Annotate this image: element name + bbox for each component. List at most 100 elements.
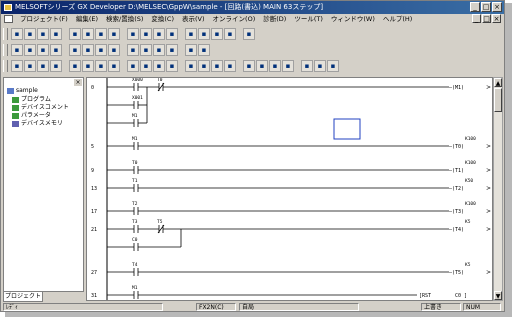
scroll-thumb[interactable] — [494, 88, 502, 112]
saf8-icon[interactable]: ▪ — [256, 60, 268, 72]
paste-icon[interactable]: ▪ — [95, 28, 107, 40]
menu-item[interactable]: 表示(V) — [178, 14, 209, 25]
tree-root[interactable]: sample — [7, 87, 38, 95]
rising-icon[interactable]: ▪ — [140, 44, 152, 56]
maximize-button[interactable]: □ — [481, 2, 491, 12]
vline-icon[interactable]: ▪ — [108, 44, 120, 56]
minimize-button[interactable]: _ — [470, 2, 480, 12]
delete-line-icon[interactable]: ▪ — [127, 44, 139, 56]
sf5-icon[interactable]: ▪ — [24, 60, 36, 72]
save-icon[interactable]: ▪ — [37, 28, 49, 40]
menu-item[interactable]: 診断(D) — [259, 14, 290, 25]
step-number: 31 — [91, 293, 97, 299]
panel-close-icon[interactable]: × — [74, 79, 82, 86]
folder-icon — [12, 96, 19, 103]
new-icon[interactable]: ▪ — [11, 28, 23, 40]
f9-icon[interactable]: ▪ — [95, 60, 107, 72]
menu-item[interactable]: 検索/置換(S) — [102, 14, 147, 25]
hline-icon[interactable]: ▪ — [95, 44, 107, 56]
f6-icon[interactable]: ▪ — [37, 60, 49, 72]
convert-icon[interactable]: ▪ — [166, 44, 178, 56]
window-title: MELSOFTシリーズ GX Developer D:\MELSEC\GppW\… — [15, 3, 324, 11]
f8-icon[interactable]: ▪ — [82, 60, 94, 72]
read-icon[interactable]: ▪ — [211, 28, 223, 40]
tree-root-label: sample — [16, 87, 38, 94]
grid-icon[interactable]: ▪ — [185, 44, 197, 56]
menu-item[interactable]: ヘルプ(H) — [379, 14, 416, 25]
menu-item[interactable]: 変換(C) — [147, 14, 178, 25]
menu-item[interactable]: ツール(T) — [290, 14, 327, 25]
toolbar-grip[interactable] — [3, 28, 8, 40]
f10-icon[interactable]: ▪ — [301, 60, 313, 72]
af9-icon[interactable]: ▪ — [314, 60, 326, 72]
coil-icon[interactable]: ▪ — [69, 44, 81, 56]
falling-icon[interactable]: ▪ — [153, 44, 165, 56]
mdi-minimize-button[interactable]: _ — [472, 14, 481, 23]
print-icon[interactable]: ▪ — [50, 28, 62, 40]
compare-icon[interactable]: ▪ — [224, 28, 236, 40]
project-panel: × sample プログラム デバイスコメント パラメータ デバイスメモリ — [3, 77, 84, 292]
app-icon[interactable] — [4, 4, 12, 11]
contact-nc-icon[interactable]: ▪ — [24, 44, 36, 56]
contact-no-icon[interactable]: ▪ — [11, 44, 23, 56]
folder-icon — [12, 104, 19, 111]
sf7-icon[interactable]: ▪ — [153, 60, 165, 72]
list-icon[interactable]: ▪ — [166, 28, 178, 40]
cf9-icon[interactable]: ▪ — [127, 60, 139, 72]
tree-item-label: デバイスメモリ — [21, 120, 63, 127]
verify-icon[interactable]: ▪ — [243, 28, 255, 40]
scroll-up-icon[interactable]: ▲ — [494, 78, 502, 87]
ladder-icon[interactable]: ▪ — [153, 28, 165, 40]
sf8-icon[interactable]: ▪ — [166, 60, 178, 72]
caf10-icon[interactable]: ▪ — [282, 60, 294, 72]
cf10-icon[interactable]: ▪ — [140, 60, 152, 72]
tab-project[interactable]: プロジェクト — [3, 292, 43, 302]
mdi-restore-button[interactable]: □ — [482, 14, 491, 23]
scroll-down-icon[interactable]: ▼ — [494, 291, 502, 300]
open-icon[interactable]: ▪ — [24, 28, 36, 40]
vertical-scrollbar[interactable]: ▲ ▼ — [493, 77, 503, 301]
toolbar-grip[interactable] — [3, 44, 8, 56]
cut-icon[interactable]: ▪ — [69, 28, 81, 40]
af5-icon[interactable]: ▪ — [269, 60, 281, 72]
write-icon[interactable]: ▪ — [198, 28, 210, 40]
menu-item[interactable]: オンライン(O) — [209, 14, 260, 25]
folder-icon — [12, 112, 19, 119]
menu-item[interactable]: ウィンドウ(W) — [327, 14, 379, 25]
saf7-icon[interactable]: ▪ — [243, 60, 255, 72]
menu-item[interactable]: 編集(E) — [72, 14, 102, 25]
tree-item-memory[interactable]: デバイスメモリ — [12, 120, 63, 128]
step-number: 17 — [91, 209, 97, 215]
app-instruction-icon[interactable]: ▪ — [82, 44, 94, 56]
af7-icon[interactable]: ▪ — [185, 60, 197, 72]
copy-icon[interactable]: ▪ — [82, 28, 94, 40]
toolbar-grip[interactable] — [3, 60, 8, 72]
contact-label: T0 — [132, 160, 138, 166]
mdi-close-button[interactable]: × — [492, 14, 501, 23]
document-icon[interactable] — [4, 15, 13, 23]
menu-item[interactable]: プロジェクト(F) — [16, 14, 72, 25]
parallel-nc-icon[interactable]: ▪ — [50, 44, 62, 56]
comment-icon[interactable]: ▪ — [198, 44, 210, 56]
sf9-icon[interactable]: ▪ — [108, 60, 120, 72]
caf5-icon[interactable]: ▪ — [224, 60, 236, 72]
title-bar[interactable]: MELSOFTシリーズ GX Developer D:\MELSEC\GppW\… — [1, 1, 504, 14]
bar-icon[interactable]: ▪ — [327, 60, 339, 72]
sf6-icon[interactable]: ▪ — [50, 60, 62, 72]
device-icon[interactable]: ▪ — [140, 28, 152, 40]
undo-icon[interactable]: ▪ — [108, 28, 120, 40]
close-button[interactable]: × — [492, 2, 502, 12]
tree-item-parameter[interactable]: パラメータ — [12, 112, 51, 120]
ladder-editor[interactable]: 0 X000 T0 —(M1) > X001 M1 5 M1 —(T0) K100 >9 T0 —(T1)… — [86, 77, 493, 301]
f7-icon[interactable]: ▪ — [69, 60, 81, 72]
monitor-icon[interactable]: ▪ — [185, 28, 197, 40]
parallel-no-icon[interactable]: ▪ — [37, 44, 49, 56]
tree-item-comment[interactable]: デバイスコメント — [12, 104, 69, 112]
tree-item-program[interactable]: プログラム — [12, 96, 51, 104]
af8-icon[interactable]: ▪ — [198, 60, 210, 72]
f5-icon[interactable]: ▪ — [11, 60, 23, 72]
find-icon[interactable]: ▪ — [127, 28, 139, 40]
saf5-icon[interactable]: ▪ — [211, 60, 223, 72]
coil-symbol: —(T0) — [449, 144, 464, 150]
rung-end-icon: > — [486, 84, 491, 91]
